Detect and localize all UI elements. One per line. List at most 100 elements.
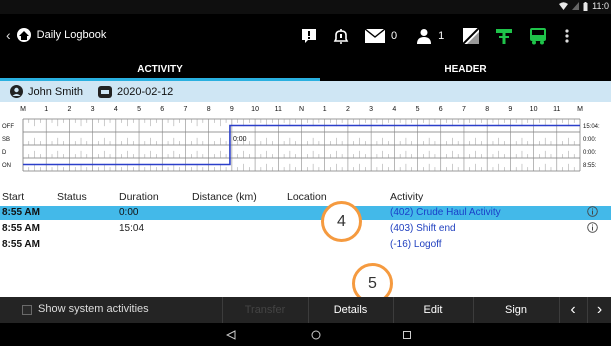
system-nav-bar — [0, 323, 611, 346]
user-count: 1 — [438, 30, 445, 42]
hour-label: 2 — [67, 106, 71, 113]
table-row[interactable]: 8:55 AM (-16) Logoff — [0, 238, 611, 252]
mail-icon[interactable]: 0 — [365, 24, 397, 48]
battery-icon — [583, 1, 588, 11]
hour-label: 10 — [251, 106, 259, 113]
table-row[interactable]: 8:55 AM 15:04 (403) Shift end — [0, 222, 611, 236]
driver-name: John Smith — [28, 85, 84, 98]
status-row-label: OFF — [2, 124, 14, 130]
table-header: Start Status Duration Distance (km) Loca… — [0, 191, 611, 205]
driver-bar: John Smith 2020-02-12 — [0, 81, 611, 102]
app-logo-icon — [16, 28, 31, 42]
hour-label: 2 — [346, 106, 350, 113]
details-button[interactable]: Details — [308, 297, 393, 323]
hour-label: 7 — [184, 106, 188, 113]
hour-label: 6 — [439, 106, 443, 113]
prev-chevron-icon[interactable]: ‹ — [559, 297, 587, 323]
status-time: 11:0 — [592, 1, 609, 11]
log-date: 2020-02-12 — [117, 85, 174, 98]
hour-label: 4 — [392, 106, 396, 113]
show-system-checkbox[interactable] — [22, 305, 32, 315]
sync-tower-icon[interactable] — [496, 24, 513, 48]
transfer-button[interactable]: Transfer — [222, 297, 308, 323]
user-icon[interactable]: 1 — [416, 24, 444, 48]
row-activity-link[interactable]: (-16) Logoff — [390, 239, 442, 250]
row-start: 8:55 AM — [2, 223, 40, 234]
status-total: 0:00: — [583, 137, 597, 143]
hour-label: 8 — [207, 106, 211, 113]
hour-label: M — [20, 106, 26, 113]
tab-activity[interactable]: ACTIVITY — [0, 60, 320, 81]
col-location: Location — [287, 191, 327, 203]
status-icons: 11:0 — [559, 1, 609, 11]
hour-label: 4 — [114, 106, 118, 113]
hour-label: 10 — [530, 106, 538, 113]
row-start: 8:55 AM — [2, 239, 40, 250]
edit-button[interactable]: Edit — [393, 297, 473, 323]
status-row-label: ON — [2, 163, 11, 169]
duty-status-grid: M 1 2 3 4 5 6 7 8 9 10 11 N 1 2 3 4 5 6 7 8 9 10 11 M OFF SB D ON 15:… — [2, 106, 600, 172]
tab-bar: ACTIVITY HEADER — [0, 60, 611, 81]
info-icon[interactable] — [587, 206, 598, 220]
hour-label: 6 — [160, 106, 164, 113]
sign-button[interactable]: Sign — [473, 297, 559, 323]
mail-count: 0 — [391, 30, 398, 42]
col-status: Status — [57, 191, 87, 203]
status-row-label: SB — [2, 137, 10, 143]
col-start: Start — [2, 191, 25, 203]
action-bar: Show system activities Transfer Details … — [0, 297, 611, 323]
hour-label: 5 — [137, 106, 141, 113]
driver-avatar-icon — [10, 85, 23, 98]
hour-label: 5 — [416, 106, 420, 113]
show-system-label: Show system activities — [38, 303, 149, 315]
row-activity-link[interactable]: (402) Crude Haul Activity — [390, 207, 501, 218]
hour-label: N — [299, 106, 304, 113]
nav-recents-icon[interactable] — [398, 326, 416, 343]
step-badge-4: 4 — [321, 201, 362, 242]
calendar-icon — [98, 85, 113, 98]
status-bar: 11:0 — [0, 0, 611, 14]
no-signal-icon[interactable] — [463, 24, 480, 48]
col-distance: Distance (km) — [192, 191, 257, 203]
hour-label: 11 — [275, 106, 282, 113]
app-bar-icons: 0 1 — [302, 24, 569, 48]
message-alert-icon[interactable] — [302, 24, 316, 48]
duty-status-graph[interactable]: M 1 2 3 4 5 6 7 8 9 10 11 N 1 2 3 4 5 6 7 8 9 10 11 M OFF SB D ON 15:… — [0, 102, 611, 184]
app-bar: ‹ Daily Logbook 0 1 — [0, 14, 611, 60]
hour-label: 7 — [462, 106, 466, 113]
row-start: 8:55 AM — [2, 207, 40, 218]
next-chevron-icon[interactable]: › — [588, 297, 611, 323]
table-row[interactable]: 8:55 AM 0:00 (402) Crude Haul Activity — [0, 206, 611, 220]
hour-label: 3 — [369, 106, 373, 113]
status-total: 8:55: — [583, 163, 597, 169]
hour-label: M — [577, 106, 583, 113]
row-duration: 15:04 — [119, 223, 145, 234]
nav-back-icon[interactable] — [222, 326, 240, 343]
row-activity-link[interactable]: (403) Shift end — [390, 223, 456, 234]
overflow-menu-icon[interactable] — [565, 24, 569, 48]
hour-label: 1 — [44, 106, 48, 113]
hour-label: 9 — [508, 106, 512, 113]
tab-header[interactable]: HEADER — [320, 60, 611, 81]
app-title: Daily Logbook — [36, 29, 107, 41]
app-title-area[interactable]: ‹ Daily Logbook — [6, 27, 106, 43]
status-total: 0:00: — [583, 150, 597, 156]
notification-bell-icon[interactable] — [333, 24, 349, 48]
col-duration: Duration — [119, 191, 159, 203]
hour-label: 3 — [91, 106, 95, 113]
nav-home-icon[interactable] — [307, 326, 325, 343]
back-chevron-icon[interactable]: ‹ — [6, 28, 11, 42]
cursor-time-label: 0:00 — [233, 136, 247, 143]
status-total: 15:04: — [583, 124, 600, 130]
wifi-icon — [559, 2, 569, 10]
status-row-label: D — [2, 150, 7, 156]
hour-label: 9 — [230, 106, 234, 113]
info-icon[interactable] — [587, 222, 598, 236]
hour-label: 11 — [553, 106, 560, 113]
row-duration: 0:00 — [119, 207, 139, 218]
col-activity: Activity — [390, 191, 424, 203]
hour-label: 1 — [323, 106, 327, 113]
hour-label: 8 — [485, 106, 489, 113]
truck-status-icon[interactable] — [529, 24, 547, 48]
signal-icon — [572, 2, 580, 10]
